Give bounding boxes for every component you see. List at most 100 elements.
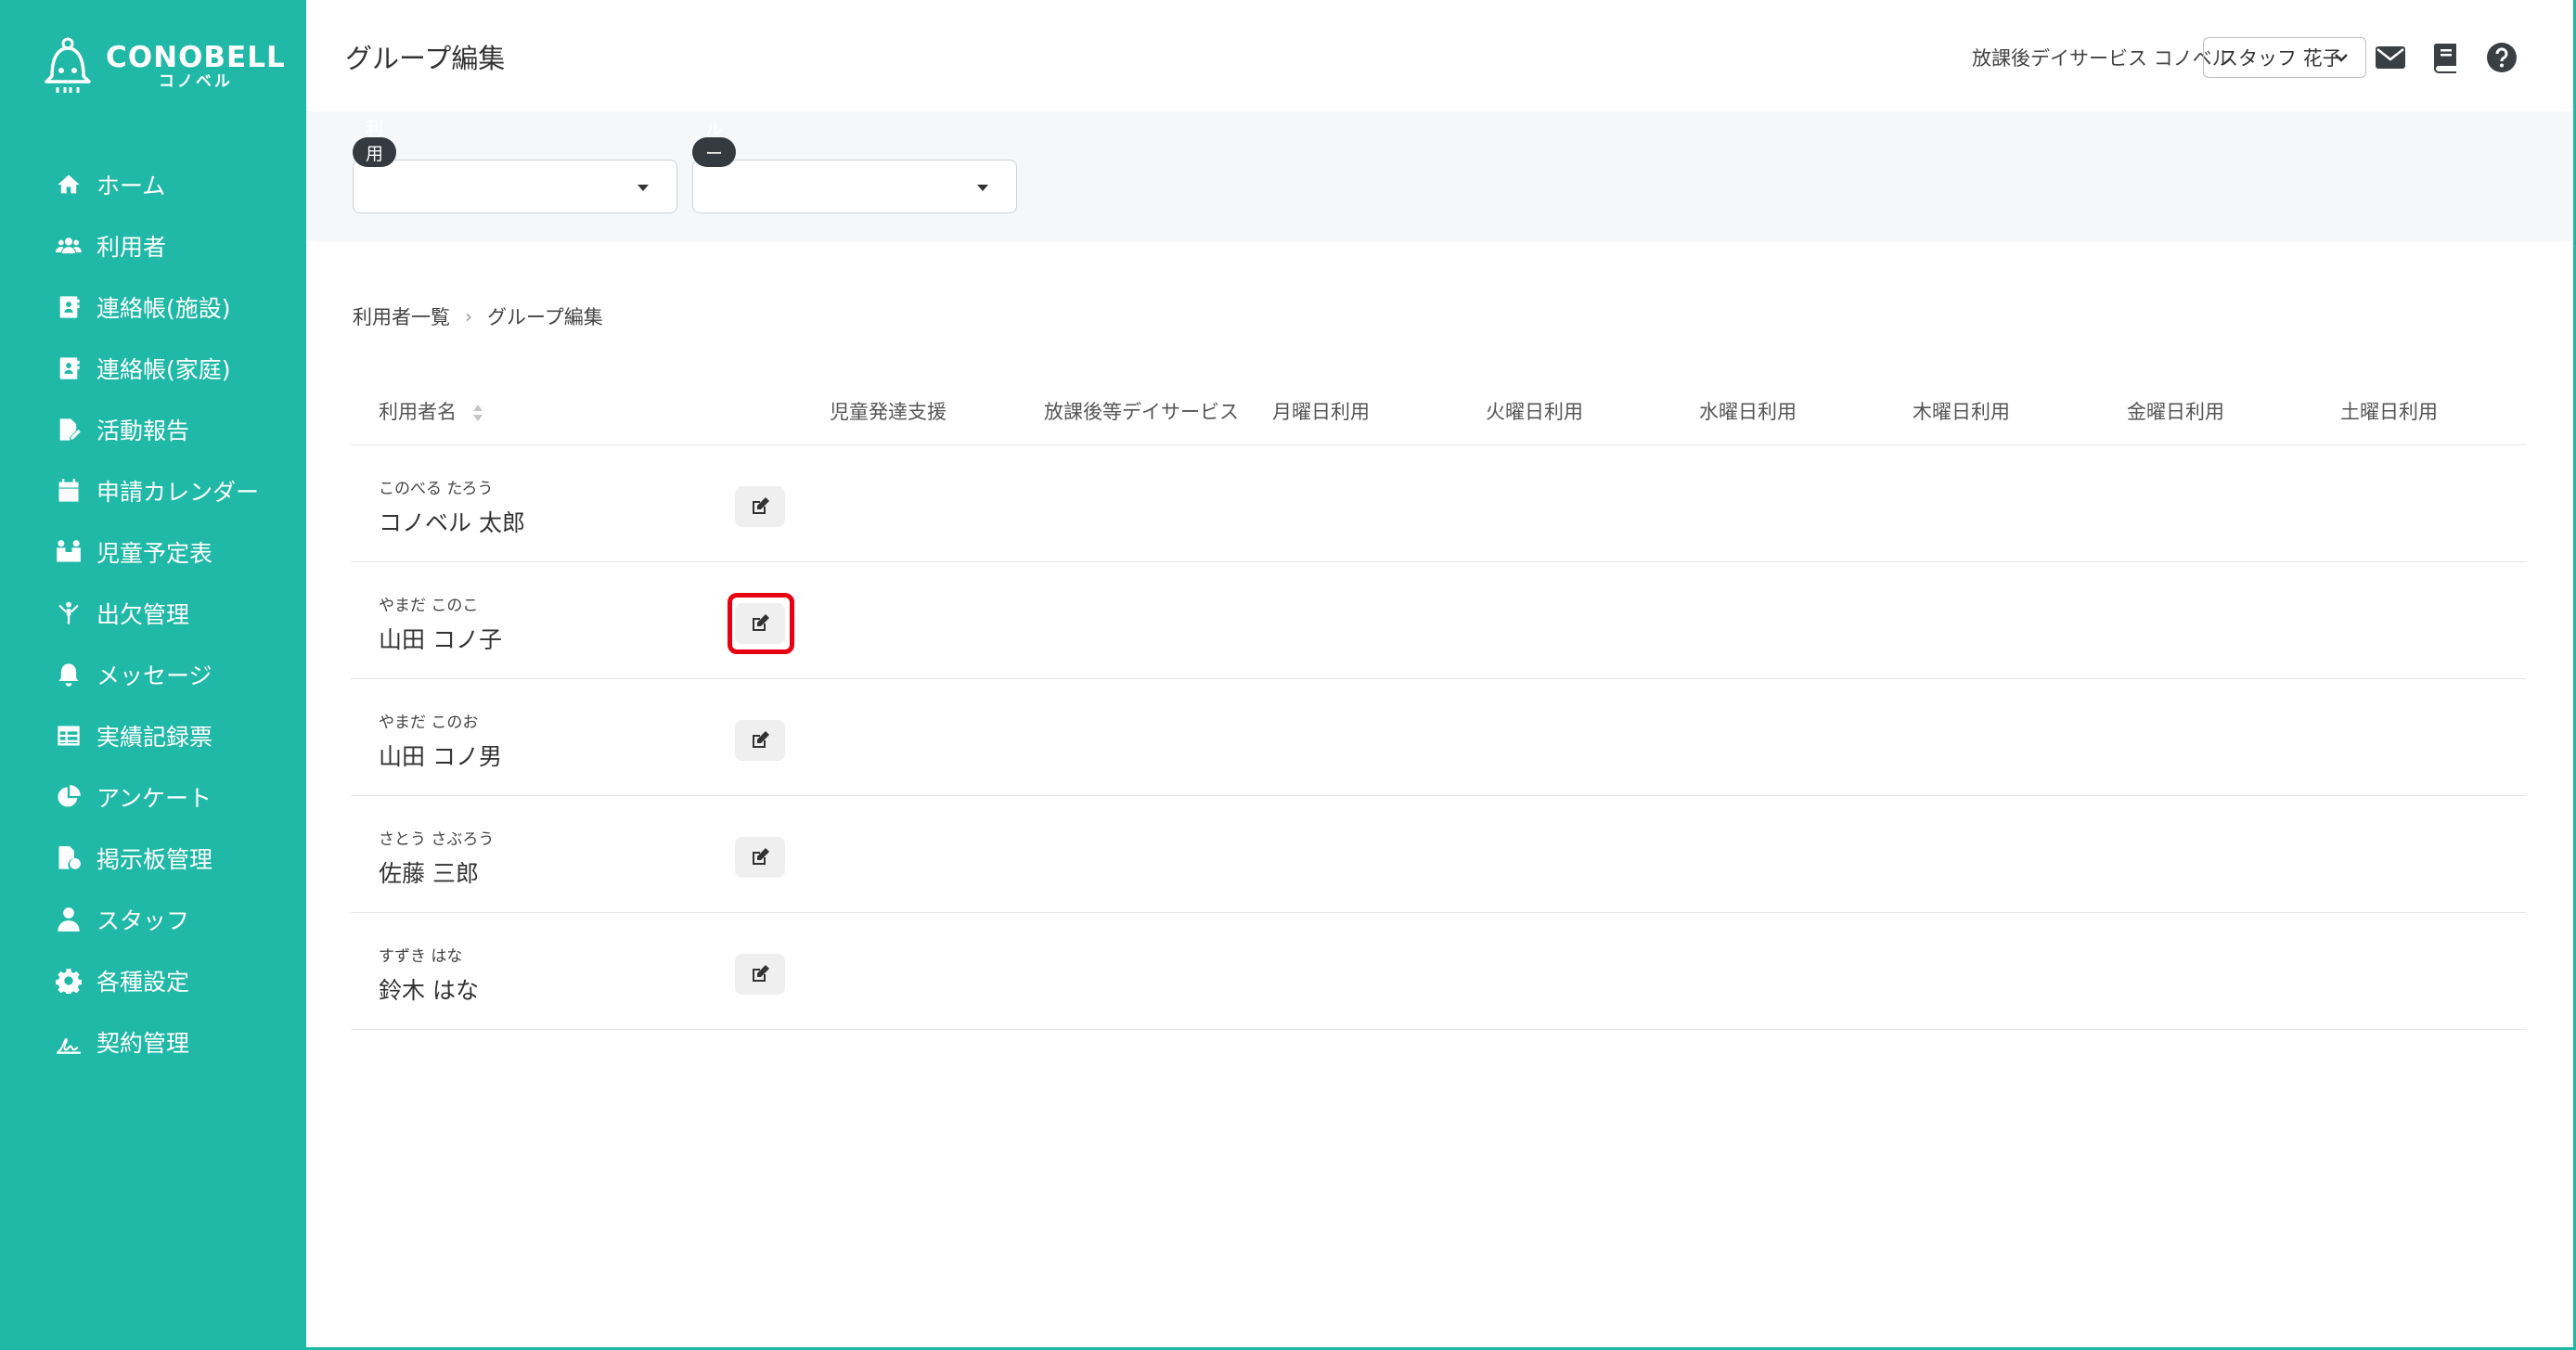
column-header-after-school: 放課後等デイサービス <box>1044 401 1239 423</box>
table-row: やまだ このお 山田 コノ男 <box>351 679 2526 796</box>
column-header-thursday: 木曜日利用 <box>1913 401 2010 423</box>
user-name: 山田 コノ子 <box>379 626 502 653</box>
column-header-child-dev: 児童発達支援 <box>830 401 947 423</box>
sidebar-item-label: 契約管理 <box>97 1030 190 1057</box>
chevron-right-icon: › <box>465 305 472 328</box>
column-header-saturday: 土曜日利用 <box>2340 401 2438 423</box>
user-name: 山田 コノ男 <box>379 743 502 770</box>
column-header-friday: 金曜日利用 <box>2127 401 2224 423</box>
sidebar-item-performance-record[interactable]: 実績記録票 <box>54 705 295 766</box>
group-filter-label: グループ名 <box>692 94 737 214</box>
logo[interactable]: CONOBELL コノベル <box>41 33 286 98</box>
sidebar-item-attendance[interactable]: 出欠管理 <box>54 583 295 644</box>
sidebar-item-application-calendar[interactable]: 申請カレンダー <box>54 460 295 521</box>
chevron-down-icon <box>2335 54 2348 62</box>
bell-logo-icon <box>45 37 91 93</box>
mail-button[interactable] <box>2374 41 2407 74</box>
sidebar-item-contact-home[interactable]: 連絡帳(家庭) <box>54 338 295 399</box>
schedule-icon <box>54 537 84 567</box>
edit-button[interactable] <box>735 486 785 527</box>
table-row: すずき はな 鈴木 はな <box>351 913 2526 1030</box>
user-name: 鈴木 はな <box>379 977 479 1004</box>
sidebar-nav: ホーム 利用者 連絡帳(施設) 連絡帳(家庭) 活動報告 申請カレンダー 児童予… <box>54 154 295 1073</box>
table-row: さとう さぶろう 佐藤 三郎 <box>351 796 2526 913</box>
sidebar-item-label: 掲示板管理 <box>97 846 213 873</box>
brand-name: CONOBELL <box>106 41 286 74</box>
sidebar-item-child-schedule[interactable]: 児童予定表 <box>54 521 295 583</box>
sidebar-item-label: 連絡帳(家庭) <box>97 356 231 383</box>
group-filter-select[interactable] <box>692 160 1017 213</box>
sidebar-item-board-management[interactable]: 掲示板管理 <box>54 828 295 889</box>
sidebar-item-settings[interactable]: 各種設定 <box>54 950 295 1011</box>
filter-bar: 利用者 グループ名 <box>306 94 2573 241</box>
user-kana: やまだ このお <box>379 714 479 732</box>
table-icon <box>54 721 84 751</box>
contact-book-icon <box>54 354 84 383</box>
sidebar-item-home[interactable]: ホーム <box>54 154 295 215</box>
edit-icon <box>753 731 769 748</box>
report-icon <box>54 415 84 444</box>
pie-chart-icon <box>54 782 84 812</box>
page-title: グループ編集 <box>345 43 506 74</box>
contract-icon <box>54 1027 84 1057</box>
staff-name: スタッフ 花子 <box>2219 47 2342 70</box>
sort-icon <box>472 405 483 421</box>
sidebar-item-contract[interactable]: 契約管理 <box>54 1011 295 1073</box>
edit-icon <box>753 848 769 865</box>
user-filter-label: 利用者 <box>353 119 397 189</box>
mail-icon <box>2376 46 2405 69</box>
users-icon <box>54 231 84 261</box>
gear-icon <box>54 966 84 996</box>
user-kana: やまだ このこ <box>379 597 479 615</box>
sidebar: CONOBELL コノベル ホーム 利用者 連絡帳(施設) 連絡帳(家庭) 活動… <box>0 0 306 1350</box>
edit-button[interactable] <box>735 720 785 761</box>
table-row: このべる たろう コノベル 太郎 <box>351 445 2526 562</box>
sidebar-item-survey[interactable]: アンケート <box>54 766 295 828</box>
breadcrumb-current: グループ編集 <box>487 306 603 328</box>
user-kana: すずき はな <box>379 947 463 966</box>
sidebar-item-label: 利用者 <box>97 234 167 261</box>
caret-down-icon <box>638 185 649 191</box>
staff-icon <box>54 905 84 934</box>
edit-button[interactable] <box>735 603 785 644</box>
home-icon <box>54 170 84 199</box>
edit-icon <box>753 497 769 514</box>
sidebar-item-label: 出欠管理 <box>97 601 190 628</box>
calendar-icon <box>54 476 84 506</box>
column-header-wednesday: 水曜日利用 <box>1699 401 1797 423</box>
column-header-tuesday: 火曜日利用 <box>1486 401 1583 423</box>
brand-sub: コノベル <box>158 72 233 91</box>
column-header-label: 利用者名 <box>379 401 457 423</box>
sidebar-item-contact-facility[interactable]: 連絡帳(施設) <box>54 276 295 338</box>
breadcrumb-parent-link[interactable]: 利用者一覧 <box>353 302 450 330</box>
board-icon <box>54 843 84 873</box>
bell-icon <box>54 660 84 689</box>
edit-icon <box>753 965 769 982</box>
sidebar-item-staff[interactable]: スタッフ <box>54 889 295 950</box>
table-row: やまだ このこ 山田 コノ子 <box>351 562 2526 679</box>
sidebar-item-label: アンケート <box>97 785 213 812</box>
sidebar-item-label: 活動報告 <box>97 418 190 444</box>
user-kana: さとう さぶろう <box>379 830 495 849</box>
sidebar-item-users[interactable]: 利用者 <box>54 215 295 276</box>
sidebar-item-label: メッセージ <box>97 662 213 689</box>
facility-name: 放課後デイサービス コノベル <box>1972 47 2232 70</box>
edit-button[interactable] <box>735 837 785 878</box>
edit-icon <box>753 614 769 631</box>
sidebar-item-label: スタッフ <box>97 907 190 934</box>
user-group-table: 利用者名 児童発達支援 放課後等デイサービス 月曜日利用 火曜日利用 水曜日利用… <box>351 371 2526 1030</box>
user-kana: このべる たろう <box>379 480 494 498</box>
sidebar-item-message[interactable]: メッセージ <box>54 644 295 705</box>
user-filter-select[interactable] <box>353 160 677 213</box>
question-icon <box>2487 43 2517 72</box>
user-name: コノベル 太郎 <box>379 509 525 536</box>
staff-select[interactable]: スタッフ 花子 <box>2203 37 2366 78</box>
help-button[interactable] <box>2485 41 2518 74</box>
edit-button[interactable] <box>735 954 785 995</box>
sidebar-item-activity-report[interactable]: 活動報告 <box>54 399 295 460</box>
sidebar-item-label: 申請カレンダー <box>97 479 260 506</box>
caret-down-icon <box>977 185 988 191</box>
column-header-name[interactable]: 利用者名 <box>379 397 483 425</box>
manual-button[interactable] <box>2429 41 2463 74</box>
contact-book-icon <box>54 292 84 322</box>
